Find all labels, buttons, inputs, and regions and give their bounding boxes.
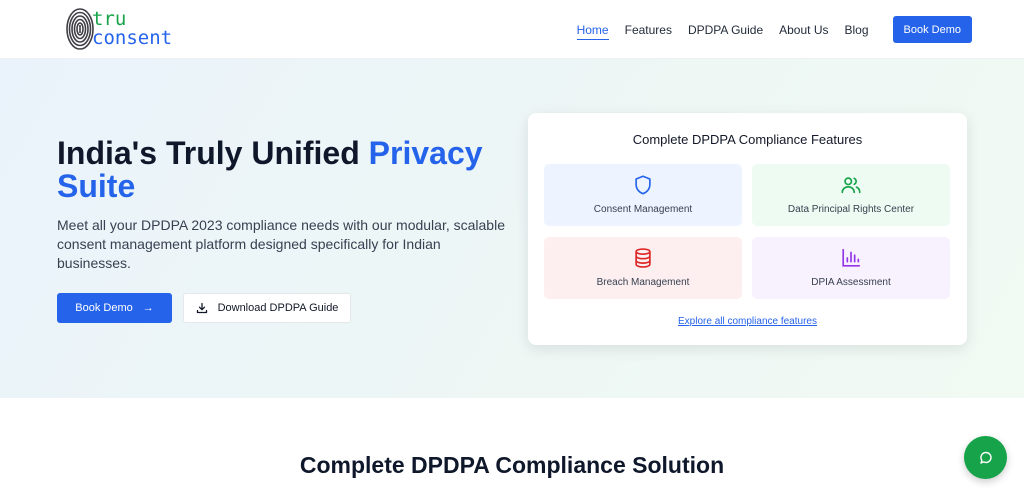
chat-bubble-icon: [979, 451, 992, 464]
nav-dpdpa-guide[interactable]: DPDPA Guide: [688, 23, 763, 37]
explore-features-link[interactable]: Explore all compliance features: [528, 316, 967, 327]
tile-label: Data Principal Rights Center: [787, 204, 915, 215]
database-icon: [635, 248, 651, 268]
arrow-right-icon: →: [142, 302, 154, 314]
chat-button[interactable]: [964, 436, 1007, 479]
site-header: tru consent Home Features DPDPA Guide Ab…: [0, 0, 1024, 59]
section-title: Complete DPDPA Compliance Solution: [299, 452, 725, 478]
hero-title: India's Truly Unified Privacy Suite: [57, 137, 517, 203]
compliance-features-card: Complete DPDPA Compliance Features Conse…: [528, 113, 967, 345]
nav-book-demo-button[interactable]: Book Demo: [892, 16, 972, 43]
nav-blog[interactable]: Blog: [844, 23, 868, 37]
hero-book-demo-button[interactable]: Book Demo →: [57, 293, 172, 323]
card-title: Complete DPDPA Compliance Features: [632, 132, 863, 147]
feature-tile-consent-management[interactable]: Consent Management: [544, 164, 742, 226]
logo-text-consent: consent: [92, 27, 173, 49]
hero-book-demo-label: Book Demo: [75, 302, 133, 314]
fingerprint-icon: [66, 8, 94, 50]
nav-home[interactable]: Home: [576, 23, 609, 40]
nav-features[interactable]: Features: [625, 23, 672, 37]
download-guide-label: Download DPDPA Guide: [217, 302, 339, 314]
hero-section: India's Truly Unified Privacy Suite Meet…: [0, 59, 1024, 398]
users-icon: [841, 177, 861, 194]
feature-tile-breach-management[interactable]: Breach Management: [544, 237, 742, 299]
nav-about-us[interactable]: About Us: [779, 23, 828, 37]
tile-label: Consent Management: [593, 204, 693, 215]
download-icon: [196, 302, 207, 314]
hero-description: Meet all your DPDPA 2023 compliance need…: [57, 217, 505, 271]
shield-icon: [635, 175, 651, 195]
tile-label: Breach Management: [596, 277, 690, 288]
feature-tile-data-principal-rights[interactable]: Data Principal Rights Center: [752, 164, 950, 226]
main-nav: Home Features DPDPA Guide About Us Blog …: [576, 0, 972, 59]
download-guide-button[interactable]: Download DPDPA Guide: [183, 293, 351, 323]
bar-chart-icon: [842, 248, 861, 267]
feature-tile-dpia-assessment[interactable]: DPIA Assessment: [752, 237, 950, 299]
logo[interactable]: tru consent: [64, 6, 184, 54]
hero-title-main: India's Truly Unified: [57, 135, 369, 171]
tile-label: DPIA Assessment: [811, 277, 891, 288]
